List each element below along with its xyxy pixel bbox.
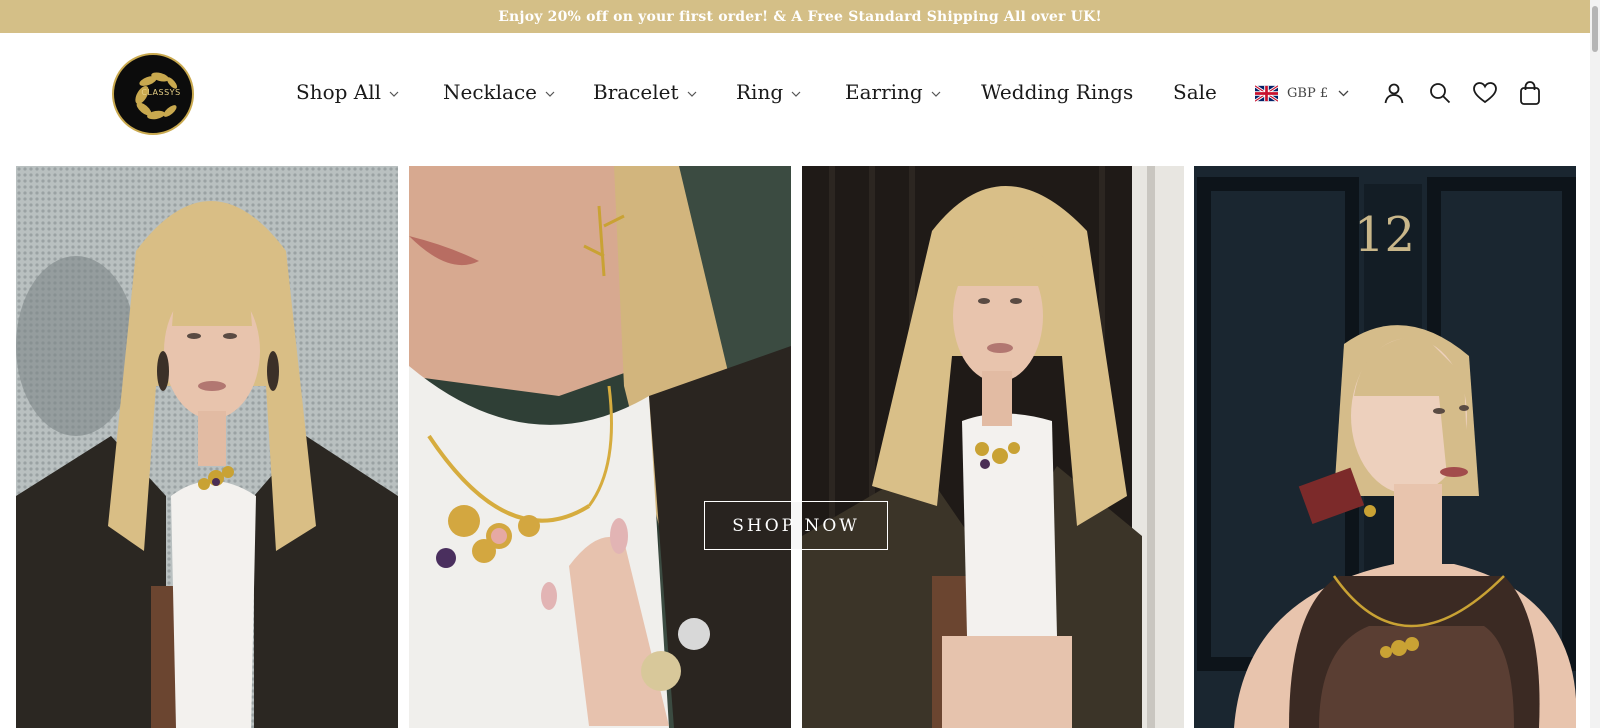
currency-selector[interactable]: GBP £ [1254,81,1349,105]
nav-item-label: Necklace [443,80,538,104]
nav-item-bracelet[interactable]: Bracelet [593,77,697,107]
nav-item-necklace[interactable]: Necklace [443,77,555,107]
nav-item-label: Sale [1173,80,1217,104]
hero-photo-3[interactable] [802,166,1184,728]
scrollbar[interactable] [1590,0,1600,728]
cart-icon[interactable] [1516,79,1544,107]
nav-item-label: Earring [845,80,923,104]
currency-label: GBP £ [1287,85,1329,101]
nav-item-sale[interactable]: Sale [1173,77,1217,107]
chevron-down-icon [389,91,399,97]
logo[interactable]: CLASSYS [112,53,194,135]
nav-item-earring[interactable]: Earring [845,77,941,107]
chevron-down-icon [1338,90,1349,97]
logo-text: CLASSYS [141,87,181,97]
announcement-bar: Enjoy 20% off on your first order! & A F… [0,0,1600,33]
account-icon[interactable] [1380,79,1408,107]
nav-item-ring[interactable]: Ring [736,77,801,107]
nav-item-shop-all[interactable]: Shop All [296,77,399,107]
hero-photo-1[interactable] [16,166,398,728]
nav-item-label: Wedding Rings [981,80,1134,104]
hero-photo-2[interactable] [409,166,791,728]
announcement-text: Enjoy 20% off on your first order! & A F… [498,8,1102,25]
chevron-down-icon [687,91,697,97]
uk-flag-icon [1254,84,1279,102]
door-number: 12 [1354,207,1415,263]
hero-gallery: 12 [16,166,1576,728]
chevron-down-icon [545,91,555,97]
hero-photo-4[interactable]: 12 [1194,166,1576,728]
nav-item-wedding-rings[interactable]: Wedding Rings [981,77,1133,107]
shop-now-button[interactable]: SHOP NOW [704,501,888,550]
nav-item-label: Ring [736,80,784,104]
nav-item-label: Bracelet [593,80,679,104]
chevron-down-icon [931,91,941,97]
scrollbar-thumb[interactable] [1592,6,1598,52]
chevron-down-icon [791,91,801,97]
wishlist-icon[interactable] [1471,79,1499,107]
site-header: CLASSYS Shop All Necklace Bracelet Ring … [0,33,1600,161]
nav-item-label: Shop All [296,80,382,104]
search-icon[interactable] [1426,79,1454,107]
